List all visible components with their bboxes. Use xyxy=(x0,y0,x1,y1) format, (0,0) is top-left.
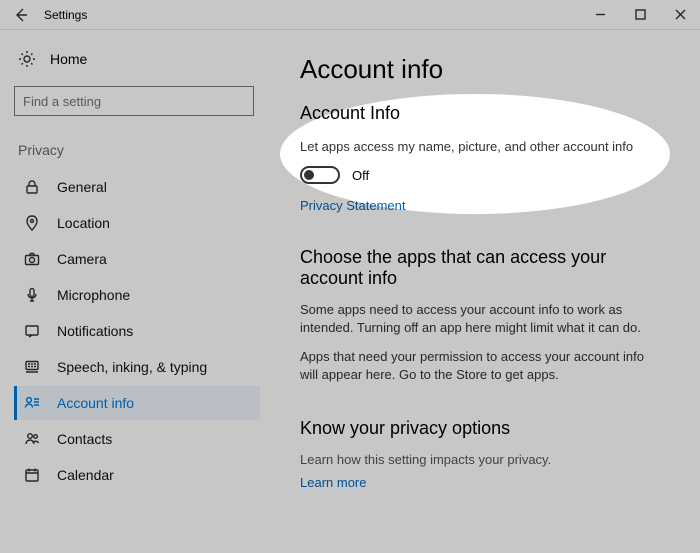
microphone-icon xyxy=(23,286,41,304)
sidebar-item-label: Notifications xyxy=(57,323,133,339)
sidebar-item-label: Location xyxy=(57,215,110,231)
section-privacy-options-title: Know your privacy options xyxy=(300,418,670,439)
lock-icon xyxy=(23,178,41,196)
close-icon xyxy=(675,9,686,20)
back-arrow-icon xyxy=(13,7,29,23)
sidebar-item-label: Camera xyxy=(57,251,107,267)
titlebar: Settings xyxy=(0,0,700,30)
minimize-icon xyxy=(595,9,606,20)
toggle-state-label: Off xyxy=(352,168,369,183)
toggle-knob xyxy=(304,170,314,180)
sidebar-item-speech[interactable]: Speech, inking, & typing xyxy=(14,350,260,384)
window-controls xyxy=(580,0,700,30)
sidebar-item-label: Microphone xyxy=(57,287,130,303)
page-title: Account info xyxy=(300,54,670,85)
choose-apps-desc-1: Some apps need to access your account in… xyxy=(300,301,655,337)
sidebar-item-account-info[interactable]: Account info xyxy=(14,386,260,420)
sidebar-item-label: Contacts xyxy=(57,431,112,447)
location-icon xyxy=(23,214,41,232)
sidebar-item-location[interactable]: Location xyxy=(14,206,260,240)
minimize-button[interactable] xyxy=(580,0,620,30)
privacy-options-desc: Learn how this setting impacts your priv… xyxy=(300,451,670,469)
back-button[interactable] xyxy=(8,2,34,28)
camera-icon xyxy=(23,250,41,268)
maximize-icon xyxy=(635,9,646,20)
sidebar-group-label: Privacy xyxy=(14,142,260,158)
account-info-icon xyxy=(23,394,41,412)
sidebar-item-calendar[interactable]: Calendar xyxy=(14,458,260,492)
sidebar: Home Privacy General Location Camera xyxy=(0,30,270,553)
notifications-icon xyxy=(23,322,41,340)
toggle-description: Let apps access my name, picture, and ot… xyxy=(300,138,655,156)
search-input[interactable] xyxy=(15,94,225,109)
sidebar-item-contacts[interactable]: Contacts xyxy=(14,422,260,456)
home-button[interactable]: Home xyxy=(14,46,260,72)
contacts-icon xyxy=(23,430,41,448)
sidebar-item-label: General xyxy=(57,179,107,195)
sidebar-item-microphone[interactable]: Microphone xyxy=(14,278,260,312)
window-title: Settings xyxy=(44,8,87,22)
sidebar-item-general[interactable]: General xyxy=(14,170,260,204)
section-choose-apps-title: Choose the apps that can access your acc… xyxy=(300,247,670,289)
calendar-icon xyxy=(23,466,41,484)
choose-apps-desc-2: Apps that need your permission to access… xyxy=(300,348,655,384)
sidebar-item-label: Speech, inking, & typing xyxy=(57,359,207,375)
sidebar-item-label: Calendar xyxy=(57,467,114,483)
search-box[interactable] xyxy=(14,86,254,116)
gear-icon xyxy=(18,50,36,68)
main-content: Account info Account Info Let apps acces… xyxy=(270,30,700,553)
maximize-button[interactable] xyxy=(620,0,660,30)
home-label: Home xyxy=(50,51,87,67)
speech-icon xyxy=(23,358,41,376)
learn-more-link[interactable]: Learn more xyxy=(300,475,670,490)
section-account-info-title: Account Info xyxy=(300,103,670,124)
search-icon xyxy=(225,93,253,110)
close-button[interactable] xyxy=(660,0,700,30)
account-info-toggle[interactable]: Off xyxy=(300,166,670,184)
nav-list: General Location Camera Microphone Notif… xyxy=(14,170,260,492)
privacy-statement-link[interactable]: Privacy Statement xyxy=(300,198,670,213)
sidebar-item-notifications[interactable]: Notifications xyxy=(14,314,260,348)
sidebar-item-camera[interactable]: Camera xyxy=(14,242,260,276)
toggle-switch[interactable] xyxy=(300,166,340,184)
sidebar-item-label: Account info xyxy=(57,395,134,411)
